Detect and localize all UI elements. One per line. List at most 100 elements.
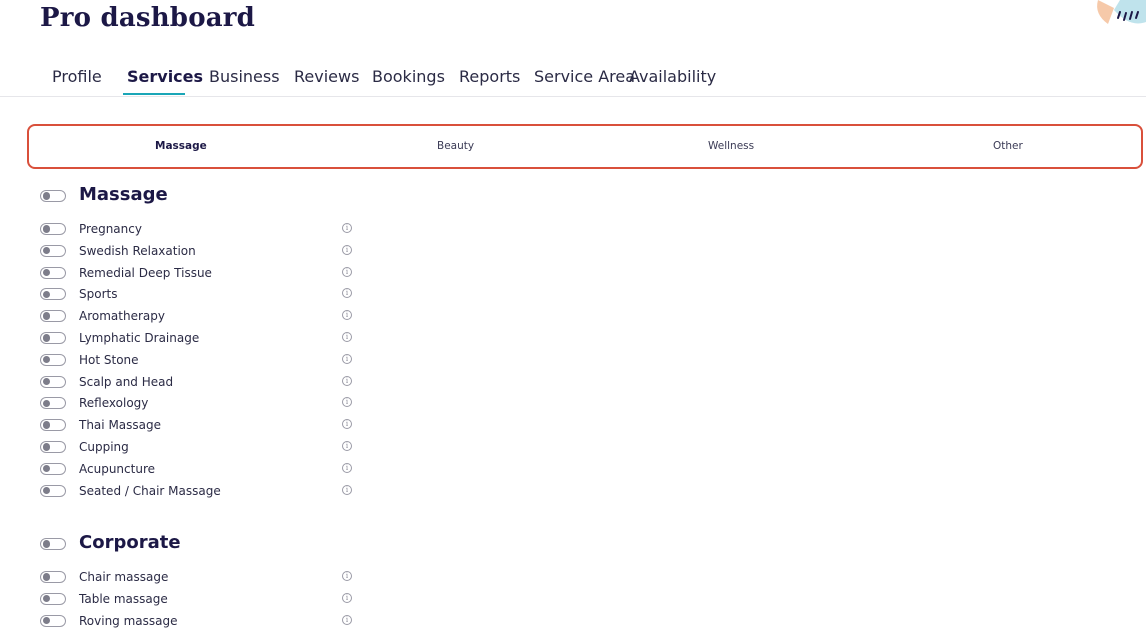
toggle-knob (42, 334, 50, 342)
service-row: Remedial Deep Tissue i (0, 265, 400, 285)
category-tab-other[interactable]: Other (993, 126, 1023, 166)
info-icon[interactable]: i (342, 244, 352, 255)
category-tab-massage[interactable]: Massage (155, 126, 207, 166)
tab-services[interactable]: Services (127, 62, 203, 96)
service-toggle[interactable] (40, 571, 66, 583)
toggle-knob (42, 268, 50, 277)
service-row: Pregnancy i (0, 221, 400, 241)
service-label: Pregnancy (79, 222, 142, 236)
info-icon[interactable]: i (342, 266, 352, 277)
service-toggle[interactable] (40, 484, 66, 497)
toggle-knob (42, 443, 50, 451)
service-label: Lymphatic Drainage (79, 331, 200, 345)
info-icon[interactable]: i (342, 397, 352, 408)
service-label: Chair massage (79, 570, 169, 584)
service-label: Seated / Chair Massage (79, 483, 221, 498)
toggle-knob (42, 225, 50, 233)
service-toggle[interactable] (40, 353, 66, 366)
toggle-knob (42, 377, 50, 386)
page-title: Pro dashboard (40, 3, 256, 33)
service-row: Reflexology i (0, 395, 400, 415)
service-toggle[interactable] (40, 244, 66, 257)
tab-availability[interactable]: Availability (629, 62, 716, 96)
toggle-knob (42, 290, 50, 299)
toggle-knob (42, 573, 50, 581)
service-toggle[interactable] (40, 266, 66, 279)
info-icon[interactable]: i (342, 592, 352, 603)
toggle-knob (42, 312, 50, 320)
tab-bookings[interactable]: Bookings (372, 62, 445, 96)
service-row: Acupuncture i (0, 461, 400, 481)
section-heading: Corporate (79, 532, 181, 553)
info-icon[interactable]: i (342, 288, 352, 299)
service-row: Scalp and Head i (0, 374, 400, 394)
toggle-knob (42, 616, 50, 625)
service-toggle[interactable] (40, 310, 66, 323)
toggle-knob (42, 399, 50, 408)
tab-profile[interactable]: Profile (52, 62, 102, 96)
service-row: Cupping i (0, 439, 400, 459)
info-icon[interactable]: i (342, 223, 352, 233)
info-icon[interactable]: i (342, 375, 352, 386)
service-toggle[interactable] (40, 397, 66, 410)
service-toggle[interactable] (40, 332, 66, 344)
service-row: Hot Stone i (0, 352, 400, 372)
service-toggle[interactable] (40, 592, 66, 605)
service-row: Sports i (0, 286, 400, 306)
service-label: Remedial Deep Tissue (79, 265, 212, 280)
info-icon[interactable]: i (342, 310, 352, 321)
service-label: Thai Massage (79, 418, 162, 433)
service-toggle[interactable] (40, 419, 66, 432)
service-toggle[interactable] (40, 462, 66, 475)
service-row: Roving massage i (0, 613, 400, 633)
service-label: Cupping (79, 440, 129, 454)
info-icon[interactable]: i (342, 332, 352, 342)
section-toggle[interactable] (40, 538, 66, 550)
service-label: Table massage (79, 591, 168, 606)
toggle-knob (42, 355, 50, 364)
info-icon[interactable]: i (342, 571, 352, 581)
info-icon[interactable]: i (342, 441, 352, 451)
tab-reviews[interactable]: Reviews (294, 62, 359, 96)
toggle-knob (42, 464, 50, 473)
info-icon[interactable]: i (342, 419, 352, 430)
service-toggle[interactable] (40, 614, 66, 627)
toggle-knob (42, 246, 50, 255)
service-label: Acupuncture (79, 461, 155, 476)
toggle-knob (42, 192, 50, 200)
section-heading: Massage (79, 184, 168, 205)
service-label: Swedish Relaxation (79, 243, 196, 258)
active-tab-indicator (123, 93, 185, 95)
tab-service-area[interactable]: Service Area (534, 62, 635, 96)
service-toggle[interactable] (40, 288, 66, 301)
service-toggle[interactable] (40, 441, 66, 453)
tab-business[interactable]: Business (209, 62, 280, 96)
info-icon[interactable]: i (342, 484, 352, 495)
service-toggle[interactable] (40, 375, 66, 388)
service-label: Roving massage (79, 613, 178, 628)
toggle-knob (42, 486, 50, 495)
service-row: Lymphatic Drainage i (0, 330, 400, 350)
toggle-knob (42, 594, 50, 603)
service-row: Aromatherapy i (0, 308, 400, 328)
category-tabs: Massage Beauty Wellness Other (27, 124, 1143, 169)
service-row: Chair massage i (0, 569, 400, 589)
info-icon[interactable]: i (342, 614, 352, 625)
service-row: Seated / Chair Massage i (0, 483, 400, 503)
service-label: Scalp and Head (79, 374, 174, 389)
section-toggle[interactable] (40, 190, 66, 202)
service-label: Aromatherapy (79, 309, 165, 324)
service-row: Thai Massage i (0, 417, 400, 437)
info-icon[interactable]: i (342, 353, 352, 364)
service-label: Reflexology (79, 396, 149, 411)
tab-reports[interactable]: Reports (459, 62, 520, 96)
nav-divider (0, 96, 1146, 97)
category-tab-wellness[interactable]: Wellness (708, 126, 754, 166)
toggle-knob (42, 421, 50, 429)
service-label: Sports (79, 287, 118, 302)
toggle-knob (42, 540, 50, 548)
info-icon[interactable]: i (342, 462, 352, 473)
decorative-illustration (1097, 0, 1146, 24)
service-toggle[interactable] (40, 223, 66, 235)
category-tab-beauty[interactable]: Beauty (437, 126, 474, 166)
